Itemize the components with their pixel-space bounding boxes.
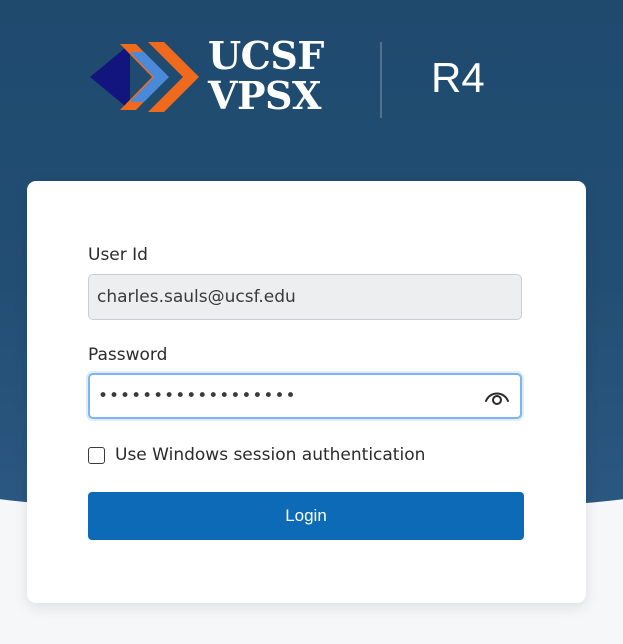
windows-auth-label[interactable]: Use Windows session authentication xyxy=(115,445,425,465)
logo-line-vpsx: VPSX xyxy=(208,73,321,118)
eye-icon[interactable] xyxy=(483,385,511,407)
brand-header: UCSF VPSX R4 xyxy=(90,36,510,120)
password-label: Password xyxy=(88,345,168,365)
logo-wordmark: UCSF VPSX xyxy=(208,36,324,116)
login-page: UCSF VPSX R4 User Id Password Use Window… xyxy=(0,0,623,644)
user-id-label: User Id xyxy=(88,245,148,265)
brand-divider xyxy=(380,42,382,118)
user-id-field[interactable] xyxy=(88,274,522,320)
logo-line-ucsf: UCSF xyxy=(208,33,324,78)
login-card: User Id Password Use Windows session aut… xyxy=(27,181,586,603)
windows-auth-checkbox[interactable] xyxy=(88,446,105,464)
chevron-arrows-logo-icon xyxy=(90,42,199,112)
password-field[interactable] xyxy=(88,373,522,419)
windows-auth-row[interactable]: Use Windows session authentication xyxy=(88,444,425,466)
product-name: R4 xyxy=(431,54,485,101)
login-button[interactable]: Login xyxy=(88,492,524,540)
